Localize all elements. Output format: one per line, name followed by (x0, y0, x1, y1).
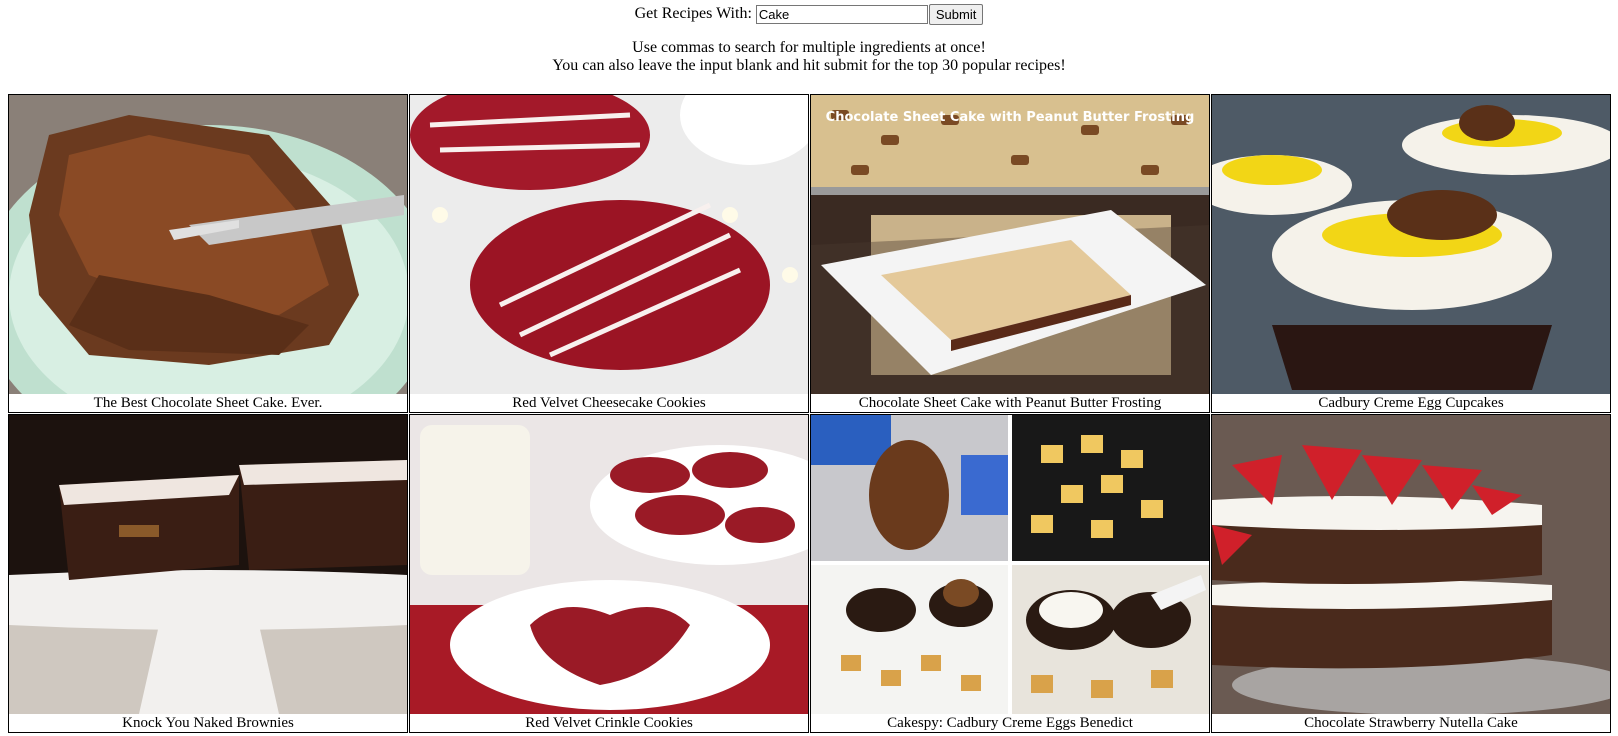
recipe-title[interactable]: Chocolate Strawberry Nutella Cake (1212, 714, 1610, 732)
search-label: Get Recipes With: (634, 5, 752, 22)
recipe-photo[interactable]: Chocolate Sheet Cake with Peanut Butter … (811, 95, 1209, 394)
search-form: Get Recipes With: Submit (0, 3, 1618, 25)
photo-overlay-text: Chocolate Sheet Cake with Peanut Butter … (826, 110, 1195, 125)
help-line-blank: You can also leave the input blank and h… (552, 57, 1066, 74)
recipe-title[interactable]: Knock You Naked Brownies (9, 714, 407, 732)
recipe-photo[interactable] (410, 415, 808, 714)
recipe-card[interactable]: Chocolate Sheet Cake with Peanut Butter … (810, 94, 1210, 413)
recipe-photo[interactable] (1212, 415, 1610, 714)
recipe-photo[interactable] (410, 95, 808, 394)
recipe-grid: The Best Chocolate Sheet Cake. Ever. Red… (8, 94, 1612, 736)
recipe-title[interactable]: Red Velvet Crinkle Cookies (410, 714, 808, 732)
recipe-card[interactable]: Cakespy: Cadbury Creme Eggs Benedict (810, 414, 1210, 733)
recipe-photo[interactable] (9, 415, 407, 714)
recipe-title[interactable]: Red Velvet Cheesecake Cookies (410, 394, 808, 412)
submit-button[interactable]: Submit (928, 3, 984, 25)
recipe-card[interactable]: Red Velvet Crinkle Cookies (409, 414, 809, 733)
recipe-card[interactable]: Cadbury Creme Egg Cupcakes (1211, 94, 1611, 413)
ingredient-search-input[interactable] (755, 4, 928, 24)
help-text: Use commas to search for multiple ingred… (0, 39, 1618, 75)
recipe-card[interactable]: Red Velvet Cheesecake Cookies (409, 94, 809, 413)
recipe-title[interactable]: Cadbury Creme Egg Cupcakes (1212, 394, 1610, 412)
help-line-commas: Use commas to search for multiple ingred… (632, 39, 986, 56)
recipe-title[interactable]: The Best Chocolate Sheet Cake. Ever. (9, 394, 407, 412)
recipe-card[interactable]: Chocolate Strawberry Nutella Cake (1211, 414, 1611, 733)
recipe-card[interactable]: The Best Chocolate Sheet Cake. Ever. (8, 94, 408, 413)
recipe-photo[interactable] (1212, 95, 1610, 394)
recipe-title[interactable]: Cakespy: Cadbury Creme Eggs Benedict (811, 714, 1209, 732)
recipe-photo[interactable] (811, 415, 1209, 714)
recipe-photo[interactable] (9, 95, 407, 394)
recipe-title[interactable]: Chocolate Sheet Cake with Peanut Butter … (811, 394, 1209, 412)
recipe-card[interactable]: Knock You Naked Brownies (8, 414, 408, 733)
